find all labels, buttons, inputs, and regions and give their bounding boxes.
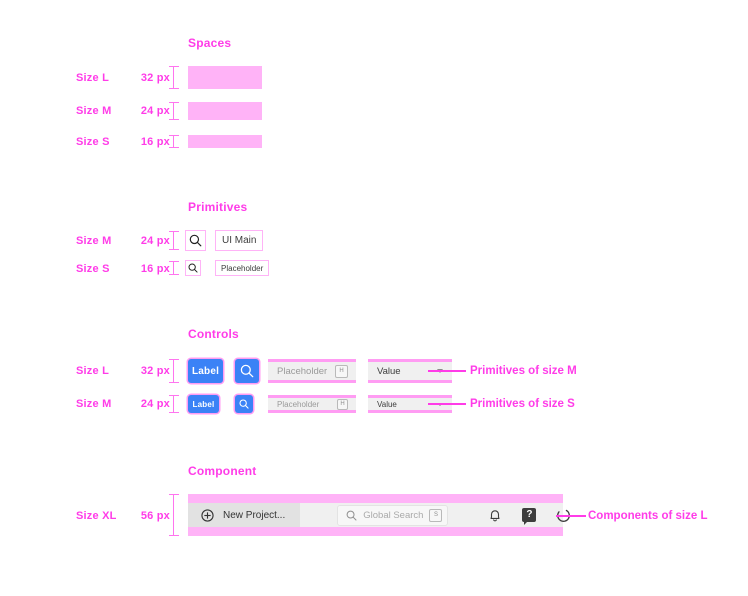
size-label-spaces-m: Size M xyxy=(76,105,112,117)
px-value-controls-l: 32 px xyxy=(140,365,170,377)
component-toolbar: New Project... Global Search S ? xyxy=(188,494,570,536)
search-icon xyxy=(240,364,254,378)
bell-icon xyxy=(490,509,501,521)
px-value-spaces-m: 24 px xyxy=(140,105,170,117)
section-title-spaces: Spaces xyxy=(188,36,232,50)
plus-circle-icon xyxy=(201,508,214,522)
measure-marker-controls-m xyxy=(167,395,181,414)
px-value-spaces-l: 32 px xyxy=(140,72,170,84)
search-button-m[interactable] xyxy=(235,395,253,413)
leader-line-controls-l xyxy=(428,370,466,372)
search-icon-primitive-s[interactable] xyxy=(186,261,200,275)
measure-marker-primitives-s xyxy=(167,261,181,276)
design-spec-sheet: Spaces Size L 32 px Size M 24 px Size S … xyxy=(0,0,748,596)
value-select-m-text: Value xyxy=(377,399,397,409)
measure-marker-spaces-m xyxy=(167,102,181,121)
section-title-component: Component xyxy=(188,464,257,478)
measure-marker-primitives-m xyxy=(167,231,181,251)
value-select-l-text: Value xyxy=(377,365,401,377)
help-icon: ? xyxy=(522,508,537,525)
search-icon xyxy=(239,399,249,409)
new-project-button-label: New Project... xyxy=(223,509,286,521)
measure-marker-controls-l xyxy=(167,359,181,384)
px-value-spaces-s: 16 px xyxy=(140,136,170,148)
size-label-primitives-m: Size M xyxy=(76,235,112,247)
search-icon xyxy=(189,234,202,247)
size-label-primitives-s: Size S xyxy=(76,263,110,275)
kbd-badge-icon: H xyxy=(335,364,348,378)
search-icon xyxy=(346,510,357,520)
label-button-m[interactable]: Label xyxy=(188,395,219,413)
size-label-controls-m: Size M xyxy=(76,398,112,410)
text-primitive-placeholder: Placeholder xyxy=(216,261,269,275)
kbd-badge-icon: H xyxy=(337,398,348,410)
px-value-component-xl: 56 px xyxy=(140,510,170,522)
measure-marker-spaces-s xyxy=(167,135,181,149)
search-icon xyxy=(188,263,198,273)
help-button[interactable]: ? xyxy=(516,502,542,528)
search-icon-primitive-m[interactable] xyxy=(186,231,205,250)
section-title-controls: Controls xyxy=(188,327,239,341)
size-label-spaces-s: Size S xyxy=(76,136,110,148)
global-search-placeholder: Global Search xyxy=(363,509,424,521)
spacing-band-bottom xyxy=(188,527,563,536)
px-value-controls-m: 24 px xyxy=(140,398,170,410)
leader-line-component xyxy=(556,515,586,517)
measure-marker-component-xl xyxy=(167,494,181,537)
annotation-controls-l: Primitives of size M xyxy=(470,365,577,377)
search-button-l[interactable] xyxy=(235,359,259,383)
label-button-l[interactable]: Label xyxy=(188,359,223,383)
space-bar-s xyxy=(188,135,262,148)
leader-line-controls-m xyxy=(428,403,466,405)
placeholder-field-l-text: Placeholder xyxy=(277,365,328,377)
toolbar-bar: New Project... Global Search S ? xyxy=(188,502,570,528)
kbd-badge-icon: S xyxy=(429,508,443,522)
text-primitive-ui-main: UI Main xyxy=(216,231,263,250)
section-title-primitives: Primitives xyxy=(188,200,248,214)
placeholder-field-l[interactable]: Placeholder H xyxy=(268,359,356,383)
placeholder-field-m-text: Placeholder xyxy=(277,399,320,409)
size-label-component-xl: Size XL xyxy=(76,510,117,522)
annotation-component: Components of size L xyxy=(588,510,708,522)
annotation-controls-m: Primitives of size S xyxy=(470,398,575,410)
notifications-button[interactable] xyxy=(482,502,508,528)
space-bar-m xyxy=(188,102,262,120)
global-search-input[interactable]: Global Search S xyxy=(337,504,449,526)
placeholder-field-m[interactable]: Placeholder H xyxy=(268,395,356,413)
size-label-controls-l: Size L xyxy=(76,365,109,377)
px-value-primitives-m: 24 px xyxy=(140,235,170,247)
size-label-spaces-l: Size L xyxy=(76,72,109,84)
measure-marker-spaces-l xyxy=(167,66,181,90)
space-bar-l xyxy=(188,66,262,89)
px-value-primitives-s: 16 px xyxy=(140,263,170,275)
new-project-button[interactable]: New Project... xyxy=(188,503,301,527)
